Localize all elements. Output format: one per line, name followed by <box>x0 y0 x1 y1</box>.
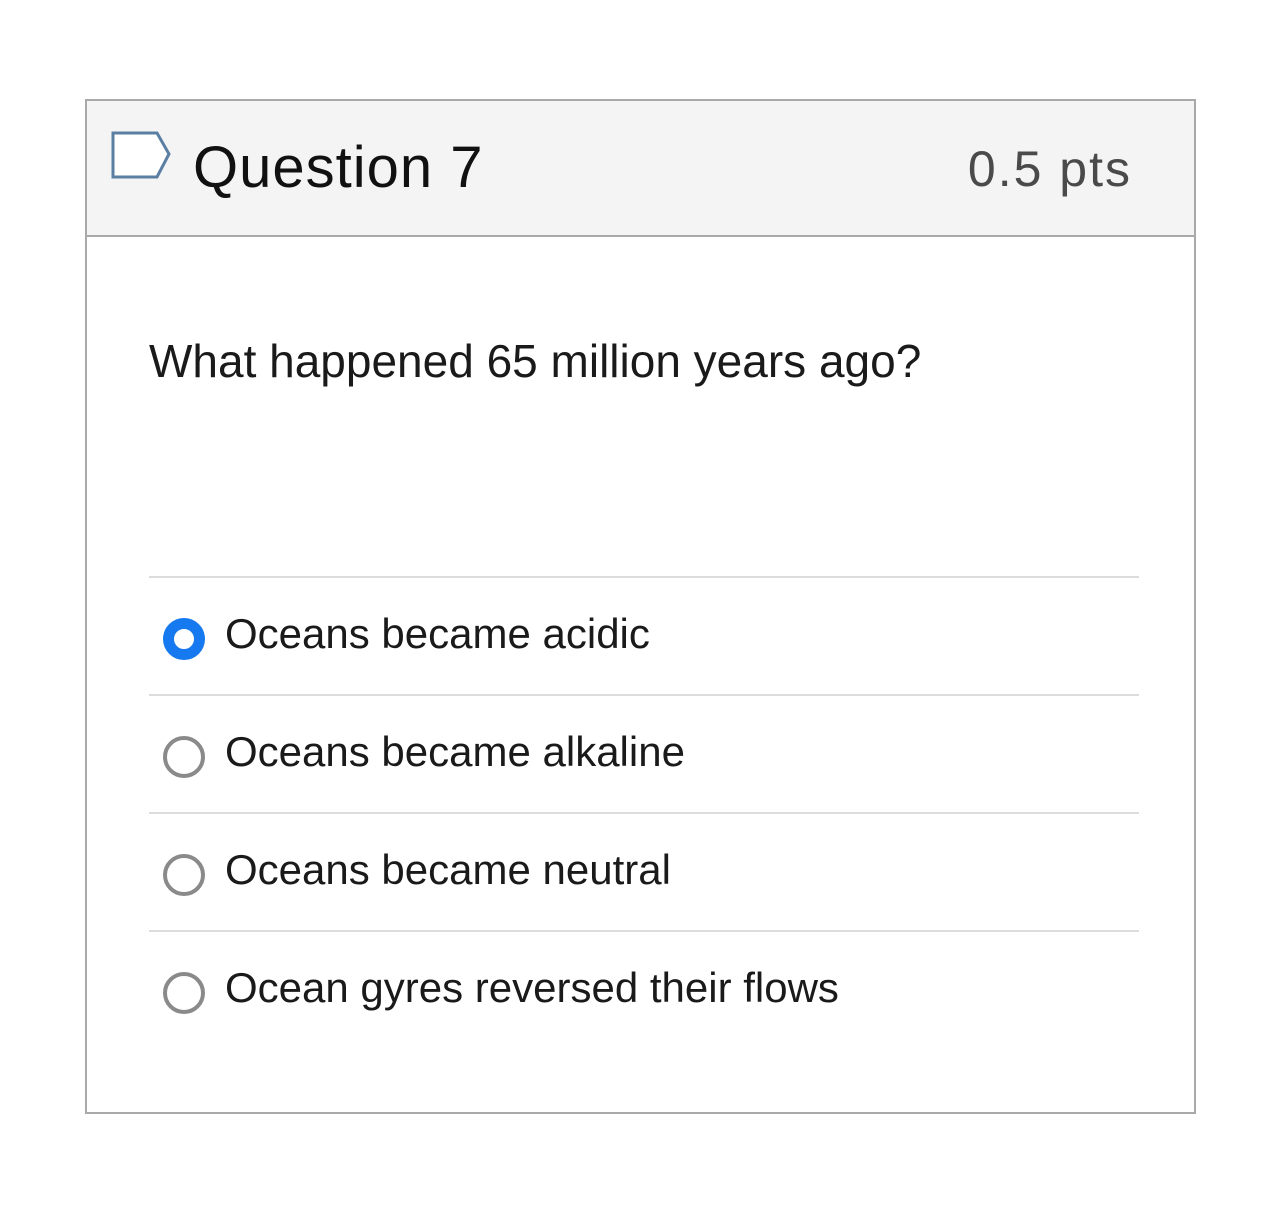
answer-list: Oceans became acidic Oceans became alkal… <box>149 576 1139 1048</box>
answer-label[interactable]: Ocean gyres reversed their flows <box>225 962 839 1014</box>
question-header: Question 7 0.5 pts <box>87 101 1194 237</box>
question-card: Question 7 0.5 pts What happened 65 mill… <box>85 99 1196 1114</box>
question-title: Question 7 <box>193 135 484 200</box>
answer-option[interactable]: Oceans became acidic <box>149 576 1139 694</box>
answer-label[interactable]: Oceans became acidic <box>225 608 650 660</box>
answer-option[interactable]: Ocean gyres reversed their flows <box>149 930 1139 1048</box>
radio-button[interactable] <box>163 736 205 778</box>
question-text: What happened 65 million years ago? <box>149 335 922 387</box>
radio-button[interactable] <box>163 854 205 896</box>
answer-label[interactable]: Oceans became alkaline <box>225 726 685 778</box>
radio-button-selected[interactable] <box>163 618 205 660</box>
flag-outline-icon[interactable] <box>111 131 173 181</box>
question-points: 0.5 pts <box>967 141 1132 197</box>
answer-label[interactable]: Oceans became neutral <box>225 844 671 896</box>
answer-option[interactable]: Oceans became neutral <box>149 812 1139 930</box>
answer-option[interactable]: Oceans became alkaline <box>149 694 1139 812</box>
radio-button[interactable] <box>163 972 205 1014</box>
